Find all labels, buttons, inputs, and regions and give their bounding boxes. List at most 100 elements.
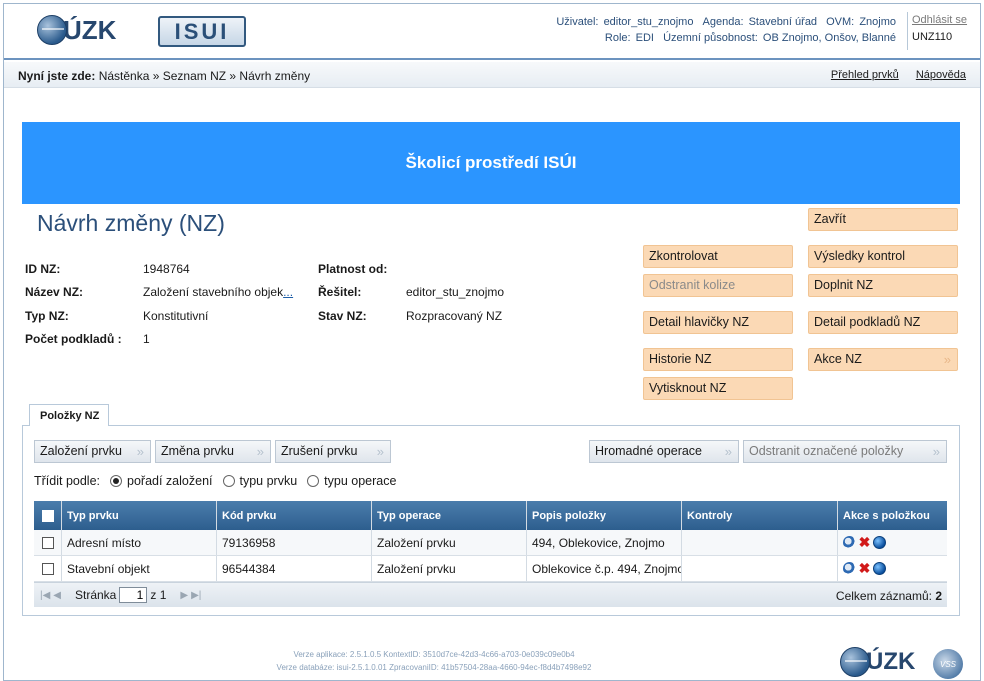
chevron-right-icon: » <box>724 444 732 459</box>
col-element-type[interactable]: Typ prvku <box>62 501 217 530</box>
row-checkbox[interactable] <box>41 562 54 575</box>
sort-option-creation[interactable]: pořadí založení <box>127 474 212 488</box>
cuzk-logo[interactable]: ÚZK <box>37 13 116 47</box>
db-version: Verze databáze: isui-2.5.1.0.01 Zpracova… <box>276 663 592 672</box>
type-label: Typ NZ: <box>25 309 69 323</box>
unz-code: UNZ110 <box>912 31 953 43</box>
next-page-icon[interactable]: ▶ <box>180 590 188 601</box>
prev-page-icon[interactable]: ◀ <box>53 590 61 601</box>
scope-value: OB Znojmo, Onšov, Blanné <box>762 32 896 44</box>
remove-collisions-button[interactable]: Odstranit kolize <box>643 274 793 297</box>
first-page-icon[interactable]: |◀ <box>40 590 50 601</box>
check-button[interactable]: Zkontrolovat <box>643 245 793 268</box>
create-element-label: Založení prvku <box>40 444 122 458</box>
session-box: Odhlásit se UNZ110 <box>907 12 979 50</box>
overview-link[interactable]: Přehled prvků <box>831 69 899 81</box>
col-checks[interactable]: Kontroly <box>682 501 838 530</box>
page-number-input[interactable] <box>119 587 148 603</box>
magnifier-icon[interactable] <box>843 536 856 549</box>
remove-marked-button[interactable]: Odstranit označené položky » <box>743 440 947 463</box>
select-all-checkbox[interactable] <box>41 509 54 522</box>
logout-link[interactable]: Odhlásit se <box>912 12 979 29</box>
name-more-link[interactable]: ... <box>283 285 293 299</box>
page-title: Návrh změny (NZ) <box>37 210 225 236</box>
cell-actions: ✖ <box>838 530 947 555</box>
user-value: editor_stu_znojmo <box>603 16 694 28</box>
help-link[interactable]: Nápověda <box>916 69 966 81</box>
scope-label: Územní působnost: <box>663 32 758 44</box>
cell-description: Oblekovice č.p. 494, Znojmo <box>527 556 682 581</box>
col-element-code[interactable]: Kód prvku <box>217 501 372 530</box>
footer-cuzk-logo: ÚZK <box>840 647 915 677</box>
remove-marked-label: Odstranit označené položky <box>749 444 904 458</box>
documents-detail-button[interactable]: Detail podkladů NZ <box>808 311 958 334</box>
close-button[interactable]: Zavřít <box>808 208 958 231</box>
breadcrumb-prefix: Nyní jste zde: <box>18 69 96 83</box>
isui-logo[interactable]: ISUI <box>158 16 246 47</box>
grid-header: Typ prvku Kód prvku Typ operace Popis po… <box>34 501 947 530</box>
col-actions: Akce s položkou <box>843 509 930 522</box>
cell-element-code: 96544384 <box>217 556 372 581</box>
cell-checks <box>682 556 838 581</box>
globe-icon <box>37 15 67 45</box>
environment-banner: Školicí prostředí ISÚI <box>22 122 960 204</box>
row-checkbox[interactable] <box>41 536 54 549</box>
state-label: Stav NZ: <box>318 309 367 323</box>
table-row[interactable]: Adresní místo 79136958 Založení prvku 49… <box>34 530 947 556</box>
history-button[interactable]: Historie NZ <box>643 348 793 371</box>
pager-page-label: Stránka <box>75 588 117 602</box>
sort-option-element-type[interactable]: typu prvku <box>240 474 298 488</box>
cell-operation-type: Založení prvku <box>372 530 527 555</box>
col-operation-type[interactable]: Typ operace <box>372 501 527 530</box>
change-element-button[interactable]: Změna prvku » <box>155 440 271 463</box>
magnifier-icon[interactable] <box>843 562 856 575</box>
col-description[interactable]: Popis položky <box>527 501 682 530</box>
footer-versions: Verze aplikace: 2.5.1.0.5 KontextID: 351… <box>4 648 864 674</box>
sort-option-operation-type[interactable]: typu operace <box>324 474 396 488</box>
sort-radio-creation[interactable] <box>110 475 123 487</box>
app-version: Verze aplikace: 2.5.1.0.5 KontextID: 351… <box>293 650 575 659</box>
sort-label: Třídit podle: <box>34 474 101 488</box>
footer-logo-text: ÚZK <box>866 648 916 675</box>
print-button[interactable]: Vytisknout NZ <box>643 377 793 400</box>
sort-options: Třídit podle: pořadí založení typu prvku… <box>34 474 396 488</box>
table-row[interactable]: Stavební objekt 96544384 Založení prvku … <box>34 556 947 582</box>
select-all-cell <box>34 501 62 530</box>
bulk-operations-button[interactable]: Hromadné operace » <box>589 440 739 463</box>
name-value-text: Založení stavebního objek <box>143 285 284 299</box>
sort-radio-operation-type[interactable] <box>307 475 320 487</box>
last-page-icon[interactable]: ▶| <box>191 590 201 601</box>
tab-items[interactable]: Položky NZ <box>29 404 109 426</box>
complete-nz-button[interactable]: Doplnit NZ <box>808 274 958 297</box>
user-label: Uživatel: <box>556 16 599 28</box>
cancel-element-label: Zrušení prvku <box>281 444 358 458</box>
pager-total-label: Celkem záznamů: <box>835 589 932 603</box>
breadcrumb-links: Přehled prvků Nápověda <box>817 69 966 81</box>
chevron-right-icon: » <box>376 444 384 459</box>
chevron-right-icon: » <box>932 444 940 459</box>
bulk-operations-label: Hromadné operace <box>595 444 703 458</box>
globe-map-icon[interactable] <box>873 536 886 549</box>
cancel-element-button[interactable]: Zrušení prvku » <box>275 440 391 463</box>
delete-icon[interactable]: ✖ <box>858 561 871 575</box>
ovm-value: Znojmo <box>859 16 896 28</box>
change-element-label: Změna prvku <box>161 444 234 458</box>
check-results-button[interactable]: Výsledky kontrol <box>808 245 958 268</box>
grid-pager: |◀ ◀ Stránka z 1 ▶ ▶| Celkem záznamů: 2 <box>34 582 947 607</box>
create-element-button[interactable]: Založení prvku » <box>34 440 151 463</box>
header-detail-button[interactable]: Detail hlavičky NZ <box>643 311 793 334</box>
sort-radio-element-type[interactable] <box>222 475 235 487</box>
pager-of: z 1 <box>150 588 167 602</box>
cell-element-code: 79136958 <box>217 530 372 555</box>
app-header: ÚZK ISUI Uživatel: editor_stu_znojmo Age… <box>4 4 980 60</box>
globe-map-icon[interactable] <box>873 562 886 575</box>
breadcrumb-trail[interactable]: Nástěnka » Seznam NZ » Návrh změny <box>99 69 310 83</box>
ovm-label: OVM: <box>826 16 855 28</box>
id-label: ID NZ: <box>25 262 61 276</box>
chevron-right-icon: » <box>943 352 951 367</box>
delete-icon[interactable]: ✖ <box>858 535 871 549</box>
role-label: Role: <box>604 32 631 44</box>
nz-actions-button[interactable]: Akce NZ » <box>808 348 958 371</box>
cell-element-type: Adresní místo <box>62 530 217 555</box>
pager-total-value: 2 <box>935 589 942 603</box>
